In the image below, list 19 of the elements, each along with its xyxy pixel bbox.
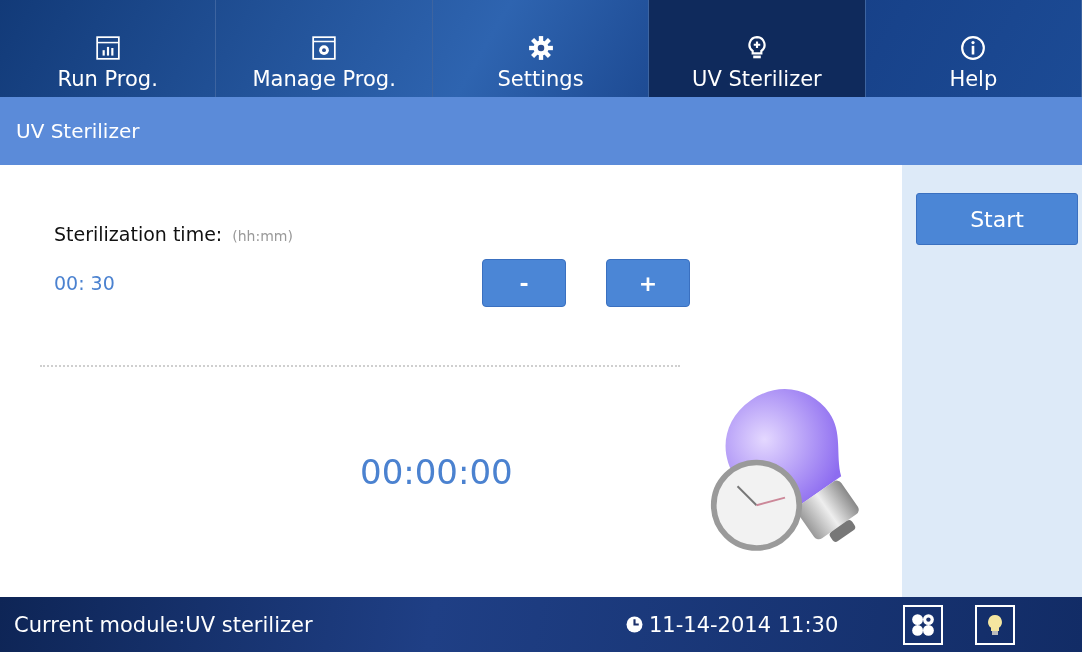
time-value: 00: 30 [54,272,116,294]
page-title: UV Sterilizer [16,119,140,143]
clock-icon [626,616,643,633]
countdown-timer: 00:00:00 [360,452,514,492]
fan-button[interactable] [903,604,943,645]
info-icon [960,35,987,61]
gear-icon [527,35,554,61]
fan-icon [910,611,936,638]
decrease-button[interactable]: - [482,259,566,307]
tab[interactable]: UV Sterilizer [649,0,866,97]
time-label: Sterilization time: [54,223,223,245]
current-module-text: Current module:UV sterilizer [14,612,314,637]
chart-icon [94,35,121,61]
time-format-hint: (hh:mm) [232,228,293,244]
increase-button[interactable]: + [606,259,690,307]
date-time: 11-14-2014 11:30 [649,612,840,637]
gear-window-icon [311,35,338,61]
lamp-button[interactable] [975,604,1015,645]
start-button[interactable]: Start [916,193,1078,245]
